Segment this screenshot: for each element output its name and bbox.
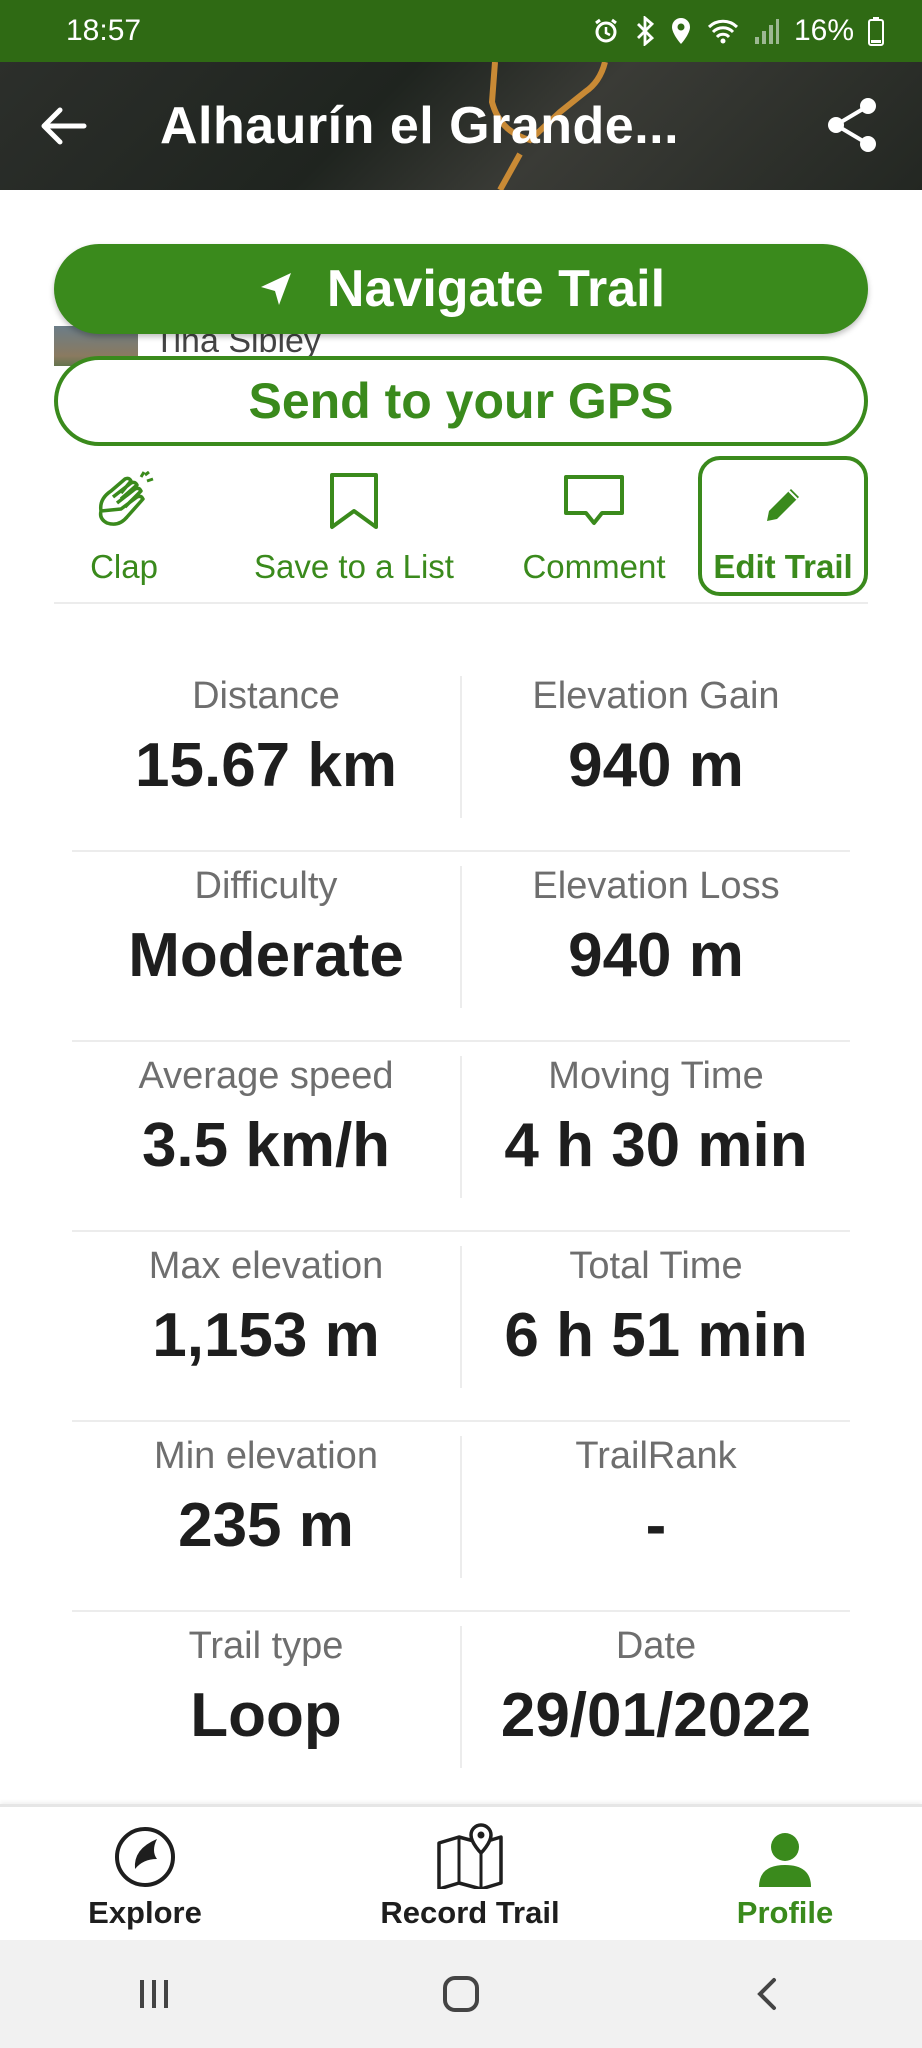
status-bar: 18:57 16%: [0, 0, 922, 62]
bluetooth-icon: [636, 16, 655, 46]
recent-apps-icon: [139, 1980, 168, 2008]
clap-label: Clap: [90, 548, 158, 585]
location-icon: [671, 18, 690, 44]
stat-value: Moderate: [128, 921, 404, 990]
stat-elevation-gain: Elevation Gain 940 m: [462, 672, 850, 806]
stat-average-speed: Average speed 3.5 km/h: [72, 1052, 460, 1186]
trail-actions: Clap Save to a List Comment Edit Trail: [54, 456, 868, 596]
stat-row: Average speed 3.5 km/h Moving Time 4 h 30 …: [72, 1042, 850, 1232]
nav-profile[interactable]: Profile: [720, 1823, 850, 1931]
trail-header: Alhaurín el Grande...: [0, 62, 922, 190]
recent-apps-button[interactable]: [114, 1964, 194, 2024]
navigate-trail-button[interactable]: Navigate Trail: [54, 244, 868, 334]
trail-stats: Distance 15.67 km Elevation Gain 940 m Dif…: [72, 662, 850, 1802]
edit-trail-label: Edit Trail: [713, 548, 853, 585]
status-time: 18:57: [66, 14, 142, 47]
stat-label: Moving Time: [548, 1055, 764, 1097]
nav-record-trail-label: Record Trail: [380, 1895, 560, 1930]
stat-row: Max elevation 1,153 m Total Time 6 h 51 mi…: [72, 1232, 850, 1422]
stat-trailrank: TrailRank -: [462, 1432, 850, 1566]
stat-value: 6 h 51 min: [504, 1301, 808, 1370]
stat-difficulty: Difficulty Moderate: [72, 862, 460, 996]
stat-value: 29/01/2022: [500, 1681, 812, 1750]
stat-value: Loop: [190, 1681, 342, 1750]
stat-value: 1,153 m: [152, 1301, 380, 1370]
stat-label: Distance: [192, 675, 340, 717]
stat-label: Min elevation: [154, 1435, 378, 1477]
pencil-icon: [767, 489, 799, 521]
system-back-button[interactable]: [728, 1964, 808, 2024]
stat-label: Elevation Loss: [532, 865, 780, 907]
wifi-icon: [707, 19, 739, 44]
chevron-left-icon: [757, 1978, 777, 2010]
comment-icon: [564, 475, 624, 525]
home-button[interactable]: [421, 1964, 501, 2024]
stat-value: 940 m: [568, 921, 744, 990]
nav-explore[interactable]: Explore: [80, 1823, 210, 1931]
stat-label: Trail type: [188, 1625, 344, 1667]
profile-icon: [759, 1833, 811, 1887]
stat-total-time: Total Time 6 h 51 min: [462, 1242, 850, 1376]
share-icon: [828, 98, 876, 152]
stat-label: Difficulty: [194, 865, 338, 907]
navigate-trail-label: Navigate Trail: [326, 260, 666, 318]
clap-icon: [98, 471, 154, 526]
system-navigation-bar: [0, 1940, 922, 2048]
home-icon: [442, 1976, 479, 2012]
signal-icon: [754, 19, 779, 44]
nav-explore-label: Explore: [88, 1895, 202, 1930]
comment-button[interactable]: Comment: [494, 456, 694, 596]
stat-value: 940 m: [568, 731, 744, 800]
back-button[interactable]: [34, 98, 94, 154]
nav-record-trail[interactable]: Record Trail: [370, 1823, 570, 1931]
clap-button[interactable]: Clap: [54, 456, 194, 596]
stat-min-elevation: Min elevation 235 m: [72, 1432, 460, 1566]
stat-label: Elevation Gain: [532, 675, 780, 717]
stat-trail-type: Trail type Loop: [72, 1622, 460, 1756]
stat-label: Max elevation: [148, 1245, 384, 1287]
bookmark-icon: [330, 473, 378, 529]
save-to-list-button[interactable]: Save to a List: [234, 456, 474, 596]
send-to-gps-label: Send to your GPS: [248, 373, 674, 429]
stat-value: 15.67 km: [135, 731, 397, 800]
stat-value: 3.5 km/h: [141, 1111, 391, 1180]
bottom-nav: Explore Record Trail Profile: [0, 1804, 922, 1940]
stat-label: Date: [615, 1625, 697, 1667]
stat-label: Average speed: [138, 1055, 394, 1097]
stat-row: Difficulty Moderate Elevation Loss 940 m: [72, 852, 850, 1042]
map-pin-icon: [437, 1823, 503, 1889]
send-to-gps-button[interactable]: Send to your GPS: [54, 356, 868, 446]
stat-value: 4 h 30 min: [504, 1111, 808, 1180]
stat-max-elevation: Max elevation 1,153 m: [72, 1242, 460, 1376]
stat-row: Trail type Loop Date 29/01/2022: [72, 1612, 850, 1802]
stat-value: -: [645, 1491, 667, 1560]
status-icons: 16%: [592, 14, 884, 48]
navigation-arrow-icon: [260, 273, 291, 305]
stat-label: TrailRank: [575, 1435, 737, 1477]
share-button[interactable]: [820, 92, 886, 158]
page-title: Alhaurín el Grande...: [160, 97, 680, 155]
back-arrow-icon: [41, 107, 87, 145]
explore-icon: [115, 1827, 175, 1887]
battery-icon: [868, 17, 884, 46]
stat-elevation-loss: Elevation Loss 940 m: [462, 862, 850, 996]
stat-row: Min elevation 235 m TrailRank -: [72, 1422, 850, 1612]
edit-trail-button[interactable]: Edit Trail: [698, 456, 868, 596]
stat-row: Distance 15.67 km Elevation Gain 940 m: [72, 662, 850, 852]
save-to-list-label: Save to a List: [254, 548, 454, 585]
alarm-icon: [595, 18, 617, 43]
divider: [54, 602, 868, 604]
stat-date: Date 29/01/2022: [462, 1622, 850, 1756]
comment-label: Comment: [522, 548, 666, 585]
stat-value: 235 m: [178, 1491, 354, 1560]
stat-moving-time: Moving Time 4 h 30 min: [462, 1052, 850, 1186]
nav-profile-label: Profile: [736, 1895, 834, 1930]
battery-percent: 16%: [793, 14, 854, 47]
stat-label: Total Time: [569, 1245, 743, 1287]
stat-distance: Distance 15.67 km: [72, 672, 460, 806]
